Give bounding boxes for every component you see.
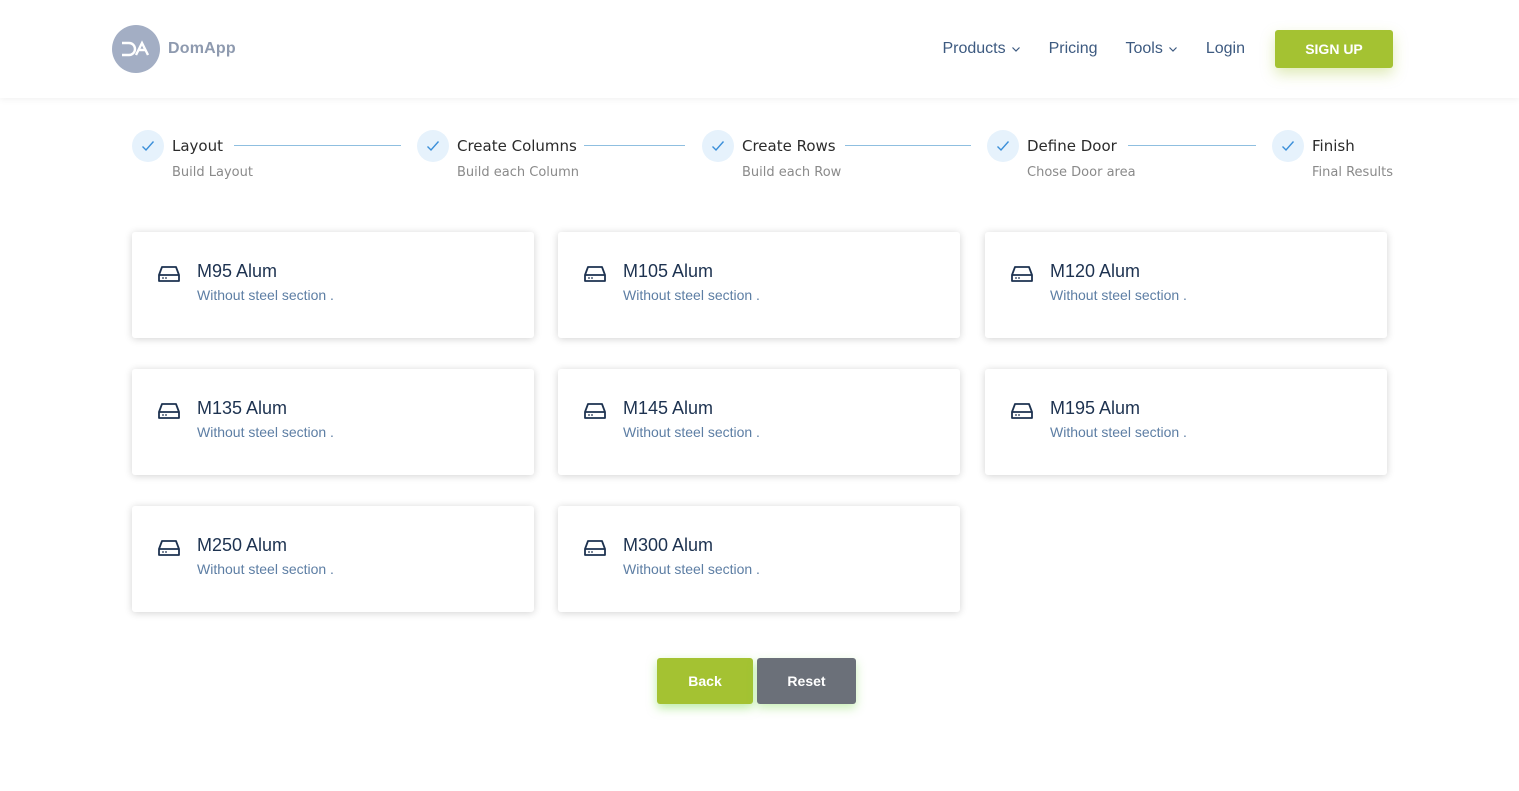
nav-pricing-label: Pricing bbox=[1048, 40, 1098, 57]
step-subtitle: Chose Door area bbox=[1027, 165, 1136, 180]
nav-pricing[interactable]: Pricing bbox=[1049, 40, 1098, 58]
hard-drive-icon bbox=[158, 266, 180, 282]
check-icon bbox=[1272, 130, 1304, 162]
card-subtitle: Without steel section . bbox=[197, 424, 334, 440]
hard-drive-icon bbox=[158, 403, 180, 419]
check-icon bbox=[987, 130, 1019, 162]
hard-drive-icon bbox=[1011, 403, 1033, 419]
nav-tools[interactable]: Tools bbox=[1125, 40, 1177, 58]
card-subtitle: Without steel section . bbox=[197, 287, 334, 303]
hard-drive-icon bbox=[1011, 266, 1033, 282]
step-subtitle: Final Results bbox=[1312, 165, 1394, 180]
card-title: M195 Alum bbox=[1050, 398, 1141, 418]
card-subtitle: Without steel section . bbox=[623, 287, 760, 303]
progress-stepper: Layout Build Layout Create Columns Build… bbox=[132, 130, 1394, 190]
nav-products[interactable]: Products bbox=[942, 40, 1020, 58]
step-subtitle: Build Layout bbox=[172, 165, 253, 180]
hard-drive-icon bbox=[584, 266, 606, 282]
card-subtitle: Without steel section . bbox=[1050, 287, 1187, 303]
chevron-down-icon bbox=[1011, 47, 1020, 52]
hard-drive-icon bbox=[584, 540, 606, 556]
card-title: M135 Alum bbox=[197, 398, 288, 418]
card-subtitle: Without steel section . bbox=[1050, 424, 1187, 440]
check-icon bbox=[702, 130, 734, 162]
main-nav: Products Pricing Tools Login SIGN UP bbox=[942, 30, 1393, 68]
hard-drive-icon bbox=[158, 540, 180, 556]
card-title: M95 Alum bbox=[197, 261, 278, 281]
step-title: Create Rows bbox=[742, 137, 836, 155]
brand-name: DomApp bbox=[168, 40, 236, 57]
profile-card[interactable]: M250 Alum Without steel section . bbox=[132, 506, 534, 612]
step-subtitle: Build each Row bbox=[742, 165, 842, 180]
nav-login[interactable]: Login bbox=[1206, 40, 1245, 58]
card-subtitle: Without steel section . bbox=[197, 561, 334, 577]
logo-mark bbox=[112, 25, 160, 73]
step-subtitle: Build each Column bbox=[457, 165, 580, 180]
step-title: Layout bbox=[172, 137, 223, 155]
step-title: Define Door bbox=[1027, 137, 1117, 155]
reset-button[interactable]: Reset bbox=[757, 658, 856, 704]
card-subtitle: Without steel section . bbox=[623, 561, 760, 577]
step-title: Create Columns bbox=[457, 137, 577, 155]
hard-drive-icon bbox=[584, 403, 606, 419]
card-title: M120 Alum bbox=[1050, 261, 1141, 281]
check-icon bbox=[132, 130, 164, 162]
nav-login-label: Login bbox=[1205, 40, 1245, 57]
site-header: DomApp Products Pricing Tools Login SIGN… bbox=[0, 0, 1519, 98]
step-connector bbox=[584, 145, 685, 146]
chevron-down-icon bbox=[1168, 47, 1177, 52]
brand-logo[interactable]: DomApp bbox=[112, 25, 236, 73]
step-connector bbox=[845, 145, 971, 146]
profile-card[interactable]: M105 Alum Without steel section . bbox=[558, 232, 960, 338]
profile-card[interactable]: M300 Alum Without steel section . bbox=[558, 506, 960, 612]
card-title: M300 Alum bbox=[623, 535, 714, 555]
profile-card[interactable]: M120 Alum Without steel section . bbox=[985, 232, 1387, 338]
profile-card[interactable]: M135 Alum Without steel section . bbox=[132, 369, 534, 475]
step-connector bbox=[234, 145, 401, 146]
profile-card[interactable]: M95 Alum Without steel section . bbox=[132, 232, 534, 338]
profile-card[interactable]: M145 Alum Without steel section . bbox=[558, 369, 960, 475]
step-title: Finish bbox=[1312, 137, 1355, 155]
check-icon bbox=[417, 130, 449, 162]
back-button[interactable]: Back bbox=[657, 658, 753, 704]
nav-tools-label: Tools bbox=[1125, 40, 1163, 57]
card-subtitle: Without steel section . bbox=[623, 424, 760, 440]
card-title: M105 Alum bbox=[623, 261, 714, 281]
card-title: M250 Alum bbox=[197, 535, 288, 555]
profile-card[interactable]: M195 Alum Without steel section . bbox=[985, 369, 1387, 475]
step-connector bbox=[1128, 145, 1256, 146]
card-title: M145 Alum bbox=[623, 398, 714, 418]
nav-products-label: Products bbox=[942, 40, 1006, 57]
signup-button[interactable]: SIGN UP bbox=[1275, 30, 1393, 68]
